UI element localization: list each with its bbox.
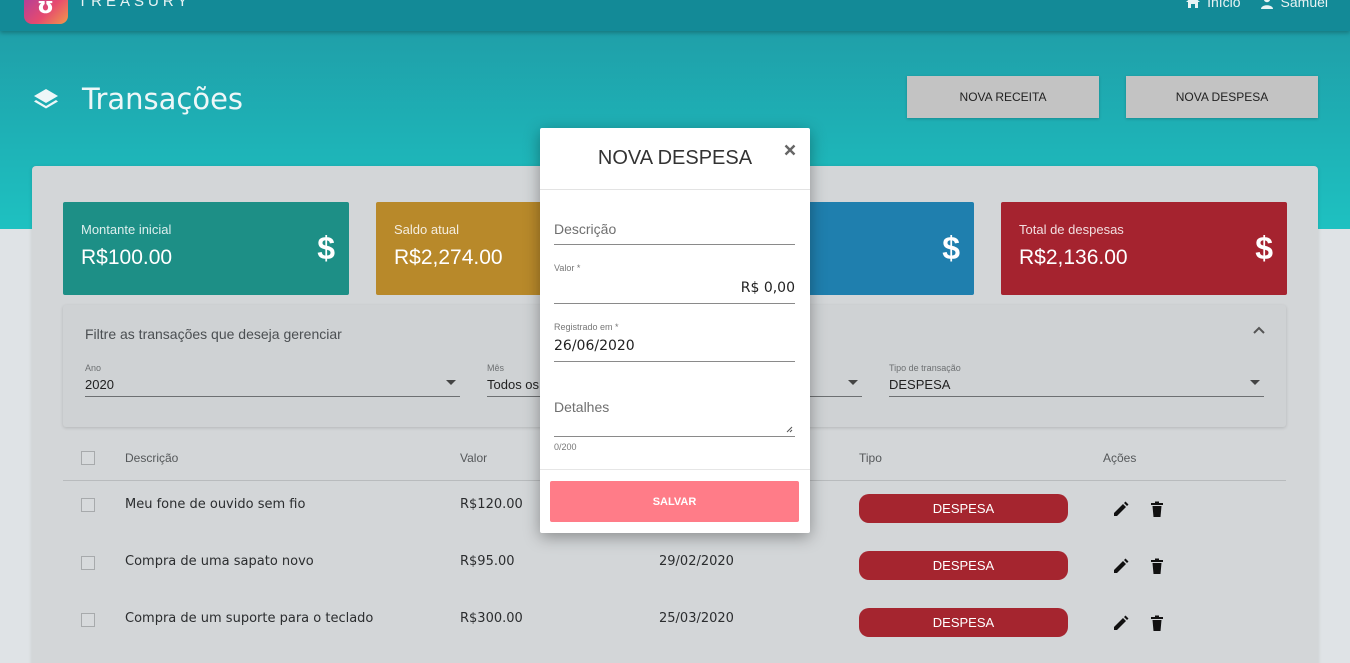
delete-icon[interactable] <box>1148 614 1166 632</box>
stat-total-expenses: Total de despesas R$2,136.00 $ <box>1001 202 1287 295</box>
new-income-button[interactable]: NOVA RECEITA <box>907 76 1099 118</box>
details-counter: 0/200 <box>554 442 577 452</box>
delete-icon[interactable] <box>1148 557 1166 575</box>
description-placeholder: Descrição <box>554 221 617 237</box>
nav-user[interactable]: Samuel <box>1259 0 1328 10</box>
row-date: 29/02/2020 <box>659 554 734 569</box>
nav-home-label: Início <box>1207 0 1241 10</box>
layers-icon <box>34 89 58 109</box>
page-header: Transações <box>32 82 243 116</box>
resize-grip-icon[interactable] <box>786 426 793 433</box>
nav-user-label: Samuel <box>1280 0 1328 10</box>
details-placeholder: Detalhes <box>554 399 610 415</box>
page-title: Transações <box>82 82 244 116</box>
home-icon <box>1186 0 1201 8</box>
edit-icon[interactable] <box>1112 500 1130 518</box>
col-description[interactable]: Descrição <box>125 451 178 465</box>
value-field[interactable]: Valor * R$ 0,00 <box>554 263 795 304</box>
new-expense-button[interactable]: NOVA DESPESA <box>1126 76 1318 118</box>
type-badge: DESPESA <box>859 494 1068 523</box>
dollar-icon: $ <box>1255 230 1273 266</box>
date-label: Registrado em * <box>554 322 619 332</box>
delete-icon[interactable] <box>1148 500 1166 518</box>
row-value: R$300.00 <box>460 611 523 626</box>
dollar-icon: $ <box>317 230 335 266</box>
stat-label: Total de despesas <box>1019 222 1124 237</box>
nav-home[interactable]: Início <box>1185 0 1241 10</box>
value-label: Valor * <box>554 263 581 273</box>
stat-initial-amount: Montante inicial R$100.00 $ <box>63 202 349 295</box>
row-checkbox[interactable] <box>81 613 95 627</box>
type-badge: DESPESA <box>859 551 1068 580</box>
edit-icon[interactable] <box>1112 557 1130 575</box>
user-icon <box>1260 0 1273 9</box>
app-logo[interactable]: ʊ <box>24 0 68 24</box>
col-value[interactable]: Valor <box>460 451 487 465</box>
filter-title: Filtre as transações que deseja gerencia… <box>85 326 342 342</box>
top-nav: Início Samuel <box>1185 0 1328 10</box>
row-checkbox[interactable] <box>81 556 95 570</box>
stat-value: R$2,136.00 <box>1019 246 1128 269</box>
dollar-icon: $ <box>942 230 960 266</box>
value-input[interactable]: R$ 0,00 <box>554 280 795 296</box>
table-row: Compra de um suporte para o teclado R$30… <box>63 595 1286 652</box>
select-value: DESPESA <box>889 377 951 392</box>
stat-label: Montante inicial <box>81 222 172 237</box>
caret-down-icon <box>446 380 456 385</box>
row-description: Compra de um suporte para o teclado <box>125 611 374 626</box>
select-all-checkbox[interactable] <box>81 451 95 465</box>
col-actions: Ações <box>1103 451 1137 465</box>
col-type[interactable]: Tipo <box>859 451 882 465</box>
date-field[interactable]: Registrado em * 26/06/2020 <box>554 322 795 362</box>
close-icon[interactable] <box>784 144 796 156</box>
top-navbar: ʊ TREASURY Início Samuel <box>0 0 1350 31</box>
edit-icon[interactable] <box>1112 614 1130 632</box>
type-badge: DESPESA <box>859 608 1068 637</box>
modal-header: NOVA DESPESA <box>540 128 810 190</box>
caret-down-icon <box>848 380 858 385</box>
row-checkbox[interactable] <box>81 498 95 512</box>
new-expense-modal: NOVA DESPESA Descrição Valor * R$ 0,00 R… <box>540 128 810 533</box>
year-select[interactable]: Ano 2020 <box>85 363 460 397</box>
row-value: R$95.00 <box>460 554 515 569</box>
filter-select-3[interactable] <box>810 363 862 397</box>
description-field[interactable]: Descrição <box>554 221 795 245</box>
stat-value: R$100.00 <box>81 246 173 269</box>
select-label: Ano <box>85 363 102 373</box>
select-label: Tipo de transação <box>889 363 961 373</box>
details-field[interactable]: Detalhes <box>554 399 795 437</box>
save-button[interactable]: SALVAR <box>550 481 799 522</box>
caret-down-icon <box>1250 380 1260 385</box>
chevron-up-icon[interactable] <box>1252 323 1266 337</box>
date-input[interactable]: 26/06/2020 <box>554 338 795 354</box>
modal-divider <box>540 469 810 470</box>
table-row: Compra de uma sapato novo R$95.00 29/02/… <box>63 538 1286 595</box>
row-value: R$120.00 <box>460 497 523 512</box>
row-description: Compra de uma sapato novo <box>125 554 314 569</box>
row-date: 25/03/2020 <box>659 611 734 626</box>
modal-title: NOVA DESPESA <box>597 147 753 169</box>
row-description: Meu fone de ouvido sem fio <box>125 497 306 512</box>
transaction-type-select[interactable]: Tipo de transação DESPESA <box>889 363 1264 397</box>
select-value: 2020 <box>85 377 114 392</box>
brand-name: TREASURY <box>78 0 192 10</box>
